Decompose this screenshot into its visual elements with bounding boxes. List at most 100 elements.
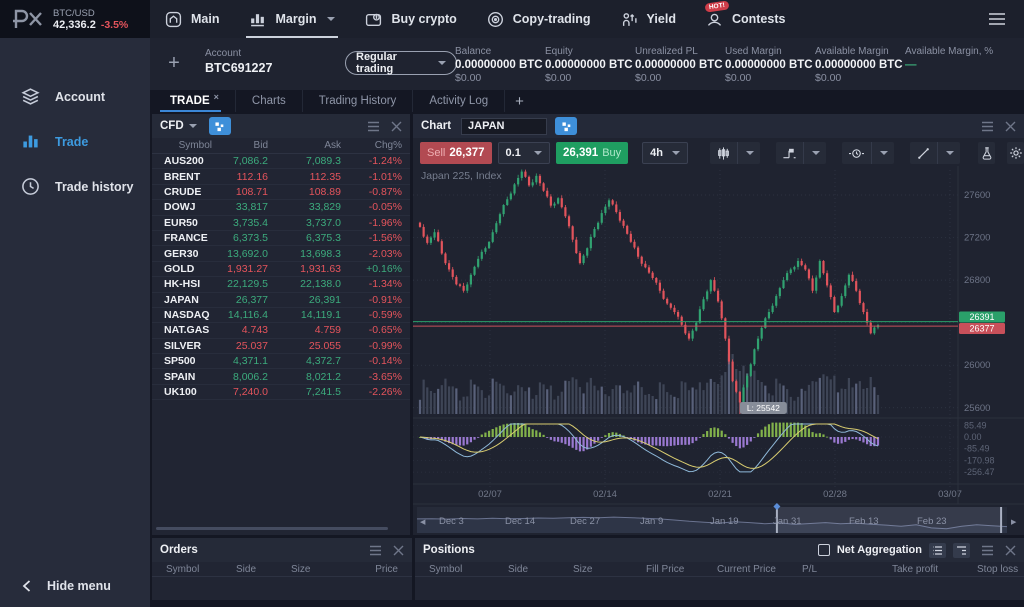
menu-button[interactable] <box>988 0 1024 38</box>
watchlist-row-CRUDE[interactable]: CRUDE108.71108.89-0.87% <box>152 185 410 200</box>
quantity-select[interactable]: 0.1 <box>498 142 550 164</box>
bid-cell: 6,373.5 <box>212 232 268 244</box>
watchlist-row-AUS200[interactable]: AUS2007,086.27,089.3-1.24% <box>152 154 410 169</box>
scroll-right-icon[interactable]: ▶ <box>1011 519 1017 526</box>
symbol-cell: UK100 <box>152 386 212 398</box>
watchlist-row-NASDAQ[interactable]: NASDAQ14,116.414,119.1-0.59% <box>152 308 410 323</box>
macd-histogram-bar <box>757 433 759 437</box>
macd-histogram-bar <box>495 427 497 437</box>
instrument-group-select[interactable]: CFD <box>160 120 184 132</box>
close-icon[interactable] <box>393 545 404 556</box>
time-sync-select[interactable] <box>842 142 894 164</box>
account-selector[interactable]: Account BTC691227 <box>205 47 272 76</box>
price-chart[interactable]: 02/0702/1402/2102/2803/07276002720026800… <box>413 166 1024 535</box>
indicators-button[interactable] <box>978 142 995 164</box>
trading-mode-select[interactable]: Regular trading <box>345 51 457 75</box>
group-by-button[interactable] <box>929 543 946 558</box>
sidebar-item-account[interactable]: Account <box>0 74 150 119</box>
chevron-down-icon <box>327 17 335 21</box>
add-tab-button[interactable]: + <box>505 93 534 110</box>
panel-menu-icon[interactable] <box>367 121 380 132</box>
link-group-button[interactable] <box>209 117 231 135</box>
compare-select[interactable] <box>776 142 826 164</box>
add-account-button[interactable]: + <box>162 52 186 75</box>
buy-button[interactable]: 26,391 Buy <box>556 142 628 164</box>
brand-logo[interactable] <box>10 8 44 30</box>
nav-item-contests[interactable]: HOT! Contests <box>691 0 800 38</box>
tab-activity-log[interactable]: Activity Log <box>413 90 505 112</box>
stat-unrealized-pl: Unrealized PL 0.00000000 BTC $0.00 <box>635 45 725 85</box>
watchlist-row-SPAIN[interactable]: SPAIN8,006.28,021.2-3.65% <box>152 369 410 384</box>
candle-body <box>757 339 759 350</box>
watchlist-row-GOLD[interactable]: GOLD1,931.271,931.63+0.16% <box>152 262 410 277</box>
macd-histogram-bar <box>837 437 839 444</box>
panel-menu-icon[interactable] <box>369 545 382 556</box>
panel-menu-icon[interactable] <box>981 545 994 556</box>
link-group-button[interactable] <box>555 117 577 135</box>
candle-body <box>423 227 425 237</box>
watchlist-row-FRANCE[interactable]: FRANCE6,373.56,375.3-1.56% <box>152 231 410 246</box>
volume-bar <box>575 379 577 414</box>
candle-body <box>579 253 581 263</box>
drawing-tool-select[interactable] <box>910 142 960 164</box>
sell-button[interactable]: Sell 26,377 <box>420 142 492 164</box>
tab-trading-history[interactable]: Trading History <box>303 90 414 112</box>
sell-badge-text: 26377 <box>969 324 994 334</box>
watchlist-row-BRENT[interactable]: BRENT112.16112.35-1.01% <box>152 169 410 184</box>
watchlist-row-DOWJ[interactable]: DOWJ33,81733,829-0.05% <box>152 200 410 215</box>
volume-bar <box>484 398 486 414</box>
macd-histogram-bar <box>750 437 752 441</box>
volume-bar <box>430 391 432 414</box>
net-aggregation-checkbox[interactable] <box>818 544 830 556</box>
ask-cell: 112.35 <box>268 171 341 183</box>
volume-bar <box>586 382 588 414</box>
candle-body <box>648 267 650 272</box>
candle-body <box>630 234 632 242</box>
panel-menu-icon[interactable] <box>981 121 994 132</box>
macd-histogram-bar <box>728 437 730 439</box>
close-tab-icon[interactable]: × <box>214 92 219 102</box>
nav-item-yield[interactable]: Yield <box>606 0 691 38</box>
nav-item-copy-trading[interactable]: Copy-trading <box>472 0 606 38</box>
watchlist-row-EUR50[interactable]: EUR503,735.43,737.0-1.96% <box>152 216 410 231</box>
chart-style-select[interactable] <box>710 142 760 164</box>
nav-item-buy-crypto[interactable]: Buy crypto <box>350 0 471 38</box>
workspace: TRADE × Charts Trading History Activity … <box>150 90 1024 607</box>
collapse-rows-button[interactable] <box>953 543 970 558</box>
candle-body <box>855 281 857 291</box>
nav-label: Buy crypto <box>391 12 456 26</box>
volume-bar <box>873 387 875 414</box>
watchlist-row-UK100[interactable]: UK1007,240.07,241.5-2.26% <box>152 385 410 400</box>
watchlist-row-SP500[interactable]: SP5004,371.14,372.7-0.14% <box>152 354 410 369</box>
horizontal-scrollbar[interactable] <box>156 527 388 530</box>
nav-item-main[interactable]: Main <box>150 0 234 38</box>
macd-histogram-bar <box>724 434 726 437</box>
tab-trade[interactable]: TRADE × <box>154 90 236 112</box>
watchlist-row-GER30[interactable]: GER3013,692.013,698.3-2.03% <box>152 246 410 261</box>
watchlist-row-HK-HSI[interactable]: HK-HSI22,129.522,138.0-1.34% <box>152 277 410 292</box>
change-cell: -2.26% <box>341 386 402 398</box>
ticker-widget[interactable]: BTC/USD 42,336.2 -3.5% <box>53 8 128 31</box>
watchlist-row-NAT.GAS[interactable]: NAT.GAS4.7434.759-0.65% <box>152 323 410 338</box>
column-header: Fill Price <box>646 564 717 575</box>
nav-item-margin[interactable]: Margin <box>234 0 350 38</box>
indicator-axis-tick: -256.47 <box>964 467 995 477</box>
sidebar-item-trade[interactable]: Trade <box>0 119 150 164</box>
scroll-left-icon[interactable]: ◀ <box>420 519 426 526</box>
hide-menu-button[interactable]: Hide menu <box>21 579 111 593</box>
close-icon[interactable] <box>391 121 402 132</box>
chart-settings-button[interactable] <box>1007 142 1024 164</box>
volume-bar <box>437 389 439 414</box>
tab-charts[interactable]: Charts <box>236 90 303 112</box>
close-icon[interactable] <box>1005 545 1016 556</box>
candle-body <box>593 229 595 237</box>
watchlist-row-SILVER[interactable]: SILVER25.03725.055-0.99% <box>152 339 410 354</box>
watchlist-row-JAPAN[interactable]: JAPAN26,37726,391-0.91% <box>152 293 410 308</box>
symbol-cell: EUR50 <box>152 217 212 229</box>
symbol-input[interactable] <box>461 118 547 135</box>
candle-body <box>793 267 795 270</box>
close-icon[interactable] <box>1005 121 1016 132</box>
sidebar-item-trade-history[interactable]: Trade history <box>0 164 150 209</box>
timeframe-select[interactable]: 4h <box>642 142 688 164</box>
chevron-down-icon <box>880 151 888 155</box>
